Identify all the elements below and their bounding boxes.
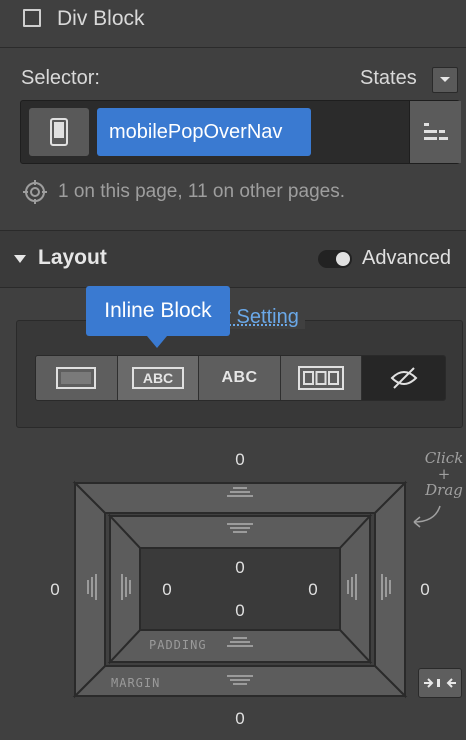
element-type-label: Div Block <box>57 7 145 30</box>
selector-class-name: mobilePopOverNav <box>109 120 283 143</box>
target-icon <box>23 180 47 204</box>
inline-block-icon: ABC <box>131 367 184 389</box>
device-toggle-button[interactable] <box>29 108 89 156</box>
padding-right-value[interactable]: 0 <box>293 580 333 600</box>
display-flex-button[interactable] <box>280 356 363 400</box>
selector-list-icon <box>423 123 448 140</box>
selector-menu-button[interactable] <box>409 101 461 163</box>
padding-bottom-value[interactable]: 0 <box>220 601 260 621</box>
inline-abc-label: ABC <box>221 369 258 386</box>
inline-block-abc-label: ABC <box>143 370 173 386</box>
margin-left-value[interactable]: 0 <box>35 580 75 600</box>
selector-usage-text: 1 on this page, 11 on other pages. <box>58 181 345 202</box>
selector-field[interactable]: mobilePopOverNav <box>20 100 461 164</box>
tooltip-text: Inline Block <box>104 299 212 322</box>
element-type-row: Div Block <box>0 0 466 48</box>
chevron-down-icon <box>440 77 450 82</box>
display-tooltip: Inline Block <box>86 286 230 336</box>
padding-left-value[interactable]: 0 <box>147 580 187 600</box>
flex-icon <box>298 366 345 390</box>
selector-usage-row: 1 on this page, 11 on other pages. <box>23 178 345 206</box>
tooltip-arrow <box>147 336 167 348</box>
display-block-button[interactable] <box>36 356 118 400</box>
advanced-label: Advanced <box>362 247 451 269</box>
collapse-triangle-icon <box>14 255 26 263</box>
padding-top-value[interactable]: 0 <box>220 558 260 578</box>
block-icon <box>56 367 97 389</box>
margin-bottom-value[interactable]: 0 <box>220 709 260 729</box>
eye-slash-icon <box>390 367 418 389</box>
display-inline-button[interactable]: ABC <box>199 356 281 400</box>
selector-label: Selector: <box>21 67 100 89</box>
collapse-margins-button[interactable] <box>418 668 462 698</box>
layout-section-title: Layout <box>38 246 107 269</box>
click-drag-hint: Click + Drag <box>424 449 464 499</box>
margin-left-handle[interactable] <box>74 480 106 699</box>
display-none-button[interactable] <box>362 356 445 400</box>
toggle-knob <box>336 252 350 266</box>
collapse-arrows-icon <box>424 678 456 688</box>
display-inline-block-button[interactable]: ABC <box>117 356 200 400</box>
mobile-device-icon <box>50 118 68 146</box>
states-label: States <box>360 67 417 89</box>
margin-right-value[interactable]: 0 <box>405 580 445 600</box>
margin-label: MARGIN <box>111 676 160 690</box>
display-segmented-control: ABC ABC <box>35 355 446 401</box>
element-checkbox[interactable] <box>23 9 41 27</box>
margin-top-value[interactable]: 0 <box>220 450 260 470</box>
layout-section-header[interactable]: Layout Advanced <box>0 230 466 288</box>
padding-label: PADDING <box>149 638 207 652</box>
advanced-toggle[interactable] <box>318 250 352 268</box>
selector-class-pill[interactable]: mobilePopOverNav <box>97 108 311 156</box>
states-dropdown-button[interactable] <box>432 67 458 93</box>
